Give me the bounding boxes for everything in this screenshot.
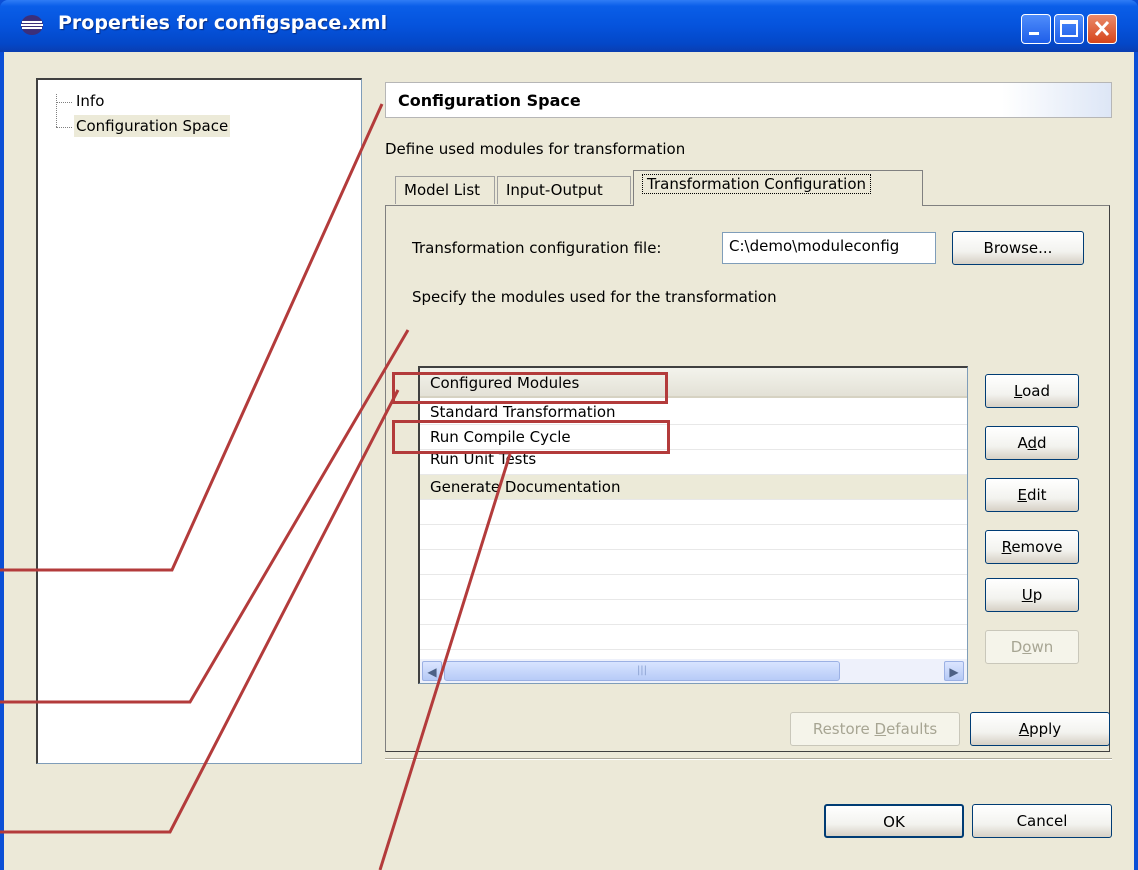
btn-text: OK: [883, 813, 905, 831]
annotation-highlight-box: [392, 420, 670, 454]
cancel-button[interactable]: Cancel: [972, 804, 1112, 838]
table-row: [420, 575, 967, 600]
down-button[interactable]: Down: [985, 630, 1079, 664]
dialog-body: Info Configuration Space Configuration S…: [4, 52, 1134, 870]
table-row: [420, 600, 967, 625]
minimize-button[interactable]: [1021, 14, 1051, 44]
btn-text: d: [1037, 434, 1047, 452]
btn-text: wn: [1031, 638, 1054, 656]
close-button[interactable]: [1087, 14, 1117, 44]
load-button[interactable]: Load: [985, 374, 1079, 408]
page-description: Define used modules for transformation: [385, 140, 686, 158]
btn-text: D: [1010, 638, 1023, 656]
btn-text: oad: [1022, 382, 1050, 400]
mnemonic: L: [1014, 382, 1023, 400]
tab-label: Input-Output: [506, 181, 603, 199]
btn-text: A: [1017, 434, 1028, 452]
mnemonic: d: [1027, 434, 1037, 452]
remove-button[interactable]: Remove: [985, 530, 1079, 564]
horizontal-scrollbar[interactable]: ◀ ||| ▶: [420, 659, 967, 683]
configuration-file-input[interactable]: C:\demo\moduleconfig: [722, 232, 936, 264]
separator: [385, 758, 1112, 760]
transformation-configuration-panel: Transformation configuration file: C:\de…: [385, 205, 1110, 752]
add-button[interactable]: Add: [985, 426, 1079, 460]
table-row[interactable]: Generate Documentation: [420, 475, 967, 500]
table-row: [420, 500, 967, 525]
edit-button[interactable]: Edit: [985, 478, 1079, 512]
scroll-right-arrow-icon[interactable]: ▶: [944, 661, 964, 681]
scrollbar-thumb[interactable]: |||: [444, 661, 840, 681]
tab-label: Transformation Configuration: [642, 174, 872, 194]
tree-item-configuration-space[interactable]: Configuration Space: [74, 115, 231, 137]
btn-text: dit: [1026, 486, 1047, 504]
tab-input-output[interactable]: Input-Output: [497, 176, 631, 204]
btn-text: pply: [1029, 720, 1062, 738]
btn-text: Restore: [812, 720, 875, 738]
ok-button[interactable]: OK: [824, 804, 964, 838]
tree-connector: [56, 94, 57, 127]
window-title: Properties for configspace.xml: [58, 12, 388, 34]
btn-text: emove: [1011, 538, 1063, 556]
tab-model-list[interactable]: Model List: [395, 176, 495, 204]
tree-connector: [56, 102, 72, 103]
eclipse-icon: [21, 15, 43, 35]
btn-text: efaults: [886, 720, 938, 738]
mnemonic: U: [1021, 586, 1033, 604]
mnemonic: E: [1017, 486, 1027, 504]
maximize-icon: [1060, 20, 1078, 37]
properties-window: Properties for configspace.xml Info Conf…: [0, 0, 1138, 870]
mnemonic: A: [1018, 720, 1030, 738]
tree-item-info[interactable]: Info: [74, 90, 106, 112]
btn-text: Cancel: [1016, 812, 1068, 830]
configured-modules-table[interactable]: Configured Modules Standard Transformati…: [418, 366, 968, 684]
page-header: Configuration Space: [385, 82, 1112, 118]
table-row: [420, 550, 967, 575]
tree-connector: [56, 127, 72, 128]
browse-label: Browse...: [983, 239, 1053, 257]
table-row: [420, 625, 967, 650]
page-title: Configuration Space: [398, 91, 581, 110]
annotation-highlight-box: [392, 372, 668, 404]
up-button[interactable]: Up: [985, 578, 1079, 612]
minimize-icon: [1029, 32, 1039, 35]
maximize-button[interactable]: [1054, 14, 1084, 44]
scroll-left-arrow-icon[interactable]: ◀: [422, 661, 442, 681]
close-icon: [1094, 20, 1110, 37]
modules-label: Specify the modules used for the transfo…: [412, 288, 777, 306]
table-row: [420, 525, 967, 550]
tab-label: Model List: [404, 181, 481, 199]
apply-button[interactable]: Apply: [970, 712, 1110, 746]
mnemonic: D: [874, 720, 887, 738]
mnemonic: R: [1001, 538, 1012, 556]
property-page-tree[interactable]: Info Configuration Space: [36, 78, 362, 764]
restore-defaults-button[interactable]: Restore Defaults: [790, 712, 960, 746]
tab-transformation-configuration[interactable]: Transformation Configuration: [633, 170, 923, 206]
browse-button[interactable]: Browse...: [952, 231, 1084, 265]
file-label: Transformation configuration file:: [412, 239, 662, 257]
title-bar[interactable]: Properties for configspace.xml: [0, 0, 1138, 52]
btn-text: p: [1032, 586, 1043, 604]
